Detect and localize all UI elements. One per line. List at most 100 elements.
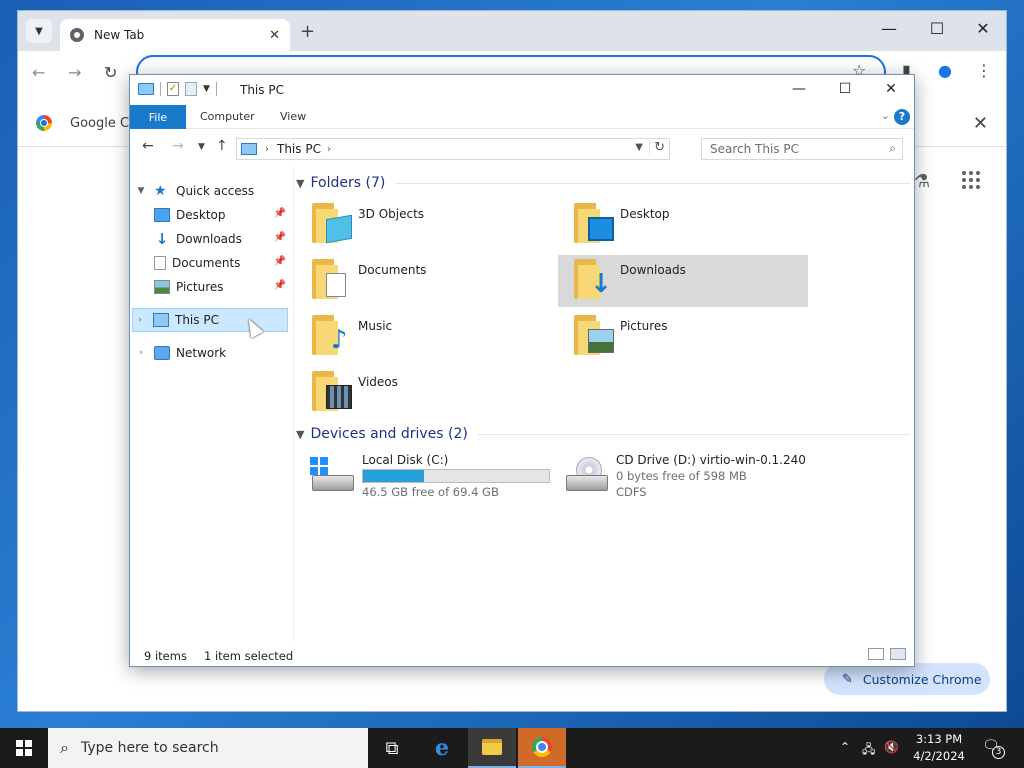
minimize-button[interactable]: — [776,81,822,97]
chrome-minimize-button[interactable]: — [866,19,912,38]
folder-label: Videos [358,375,398,389]
nav-this-pc[interactable]: › This PC [132,308,288,332]
search-placeholder: Search This PC [710,142,799,156]
file-explorer-button[interactable] [468,728,516,768]
folder-downloads[interactable]: ↓ Downloads [558,255,808,307]
forward-icon[interactable]: → [68,63,81,82]
volume-muted-icon[interactable]: 🔇 [884,740,899,754]
edge-button[interactable]: e [418,728,466,768]
network-status-icon[interactable]: 🖧 [862,740,875,761]
nav-label: This PC [175,313,219,327]
pin-icon: 📌 [273,280,286,291]
drive-free-space: 0 bytes free of 598 MB [616,469,747,483]
refresh-icon[interactable]: ↻ [649,140,665,155]
drive-cd-d[interactable]: CD Drive (D:) virtio-win-0.1.240 0 bytes… [550,449,850,505]
file-explorer-window: ✓ ▼ This PC — ☐ ✕ File Computer View ⌄ ?… [129,74,915,667]
bookmark-close-icon[interactable]: ✕ [973,113,988,134]
customize-label: Customize Chrome [862,671,982,687]
tab-close-icon[interactable]: ✕ [269,28,280,43]
folder-videos[interactable]: Videos [296,367,546,419]
up-icon[interactable]: ↑ [216,138,228,154]
address-bar[interactable]: › This PC › ▼ ↻ [236,138,670,160]
tab-search-button[interactable]: ▼ [26,19,52,43]
close-button[interactable]: ✕ [868,81,914,97]
nav-quick-access[interactable]: ▼ ★ Quick access [134,179,290,203]
clock[interactable]: 3:13 PM 4/2/2024 [900,731,978,765]
nav-pictures[interactable]: Pictures 📌 [154,275,290,299]
tab-file[interactable]: File [130,105,186,129]
collapse-chevron-icon[interactable]: ▼ [296,428,304,441]
labs-flask-icon[interactable]: ⚗ [914,171,930,192]
chrome-button[interactable] [518,728,566,768]
maximize-button[interactable]: ☐ [822,81,868,97]
drive-filesystem: CDFS [616,485,647,499]
task-view-button[interactable]: ⧉ [368,728,416,768]
search-icon: ⌕ [60,738,69,757]
details-view-icon[interactable] [868,648,884,660]
address-dropdown-icon[interactable]: ▼ [635,142,643,153]
folder-3d-objects[interactable]: 3D Objects [296,199,546,251]
group-title: Devices and drives (2) [310,426,468,442]
forward-icon[interactable]: → [172,138,184,154]
new-folder-icon[interactable] [185,82,197,96]
folders-group-header[interactable]: ▼ Folders (7) [296,173,910,193]
downloads-icon: ↓ [155,230,169,248]
customize-chrome-button[interactable]: ✎ Customize Chrome [824,663,990,695]
expand-ribbon-chevron-icon[interactable]: ⌄ [881,109,890,122]
tray-chevron-icon[interactable]: ⌃ [840,740,850,754]
back-icon[interactable]: ← [142,138,154,154]
nav-label: Network [176,346,227,360]
reload-icon[interactable]: ↻ [104,63,117,82]
navigation-pane: ▼ ★ Quick access Desktop 📌 ↓ Downloads 📌… [130,165,294,642]
folder-documents[interactable]: Documents [296,255,546,307]
collapse-chevron-icon[interactable]: ▼ [296,177,304,190]
drives-group-header[interactable]: ▼ Devices and drives (2) [296,424,910,444]
nav-label: Pictures [176,280,224,294]
file-explorer-icon [482,739,502,755]
tab-view[interactable]: View [280,110,306,123]
action-center-button[interactable]: 🗨 3 [982,738,1005,759]
taskbar-search-placeholder: Type here to search [80,740,219,756]
drive-local-disk-c[interactable]: Local Disk (C:) 46.5 GB free of 69.4 GB [296,449,550,505]
chrome-close-button[interactable]: ✕ [960,19,1006,38]
nav-documents[interactable]: Documents 📌 [154,251,290,275]
help-icon[interactable]: ? [894,109,910,125]
nav-label: Downloads [176,232,242,246]
taskbar-search[interactable]: ⌕ Type here to search [48,728,368,768]
collapse-chevron-icon[interactable]: ▼ [134,186,148,196]
start-button[interactable] [0,728,48,768]
large-icons-view-icon[interactable] [890,648,906,660]
content-pane: ▼ Folders (7) 3D Objects Desktop Documen… [296,165,914,642]
expand-chevron-icon[interactable]: › [133,315,147,325]
drive-usage-bar [362,469,550,483]
desktop-icon [154,208,170,222]
menu-icon[interactable]: ⋮ [976,61,992,80]
tab-computer[interactable]: Computer [200,110,255,123]
pin-icon: 📌 [273,208,286,219]
folder-pictures[interactable]: Pictures [558,311,808,363]
profile-icon[interactable]: ● [938,61,952,80]
chrome-maximize-button[interactable]: ☐ [914,19,960,38]
nav-desktop[interactable]: Desktop 📌 [154,203,290,227]
properties-icon[interactable]: ✓ [167,82,179,96]
back-icon[interactable]: ← [32,63,45,82]
item-count: 9 items [144,649,187,663]
breadcrumb-separator-icon[interactable]: › [265,144,269,155]
breadcrumb-this-pc[interactable]: This PC [277,142,321,156]
3d-objects-icon [312,203,352,244]
nav-network[interactable]: › Network [134,341,290,365]
group-title: Folders (7) [310,175,386,191]
apps-grid-icon[interactable] [962,171,980,189]
search-input[interactable]: Search This PC ⌕ [701,138,903,160]
bookmark-google-chrome[interactable]: Google Ch [70,116,137,131]
breadcrumb-separator-icon[interactable]: › [327,144,331,155]
tab-new-tab[interactable]: New Tab ✕ [60,19,290,51]
folder-desktop[interactable]: Desktop [558,199,808,251]
folder-music[interactable]: ♪ Music [296,311,546,363]
recent-locations-chevron-icon[interactable]: ▼ [198,142,205,152]
expand-chevron-icon[interactable]: › [134,348,148,358]
new-tab-button[interactable]: + [300,21,315,42]
nav-downloads[interactable]: ↓ Downloads 📌 [154,227,290,251]
clock-time: 3:13 PM [915,732,963,746]
customize-qa-chevron-icon[interactable]: ▼ [203,84,210,94]
